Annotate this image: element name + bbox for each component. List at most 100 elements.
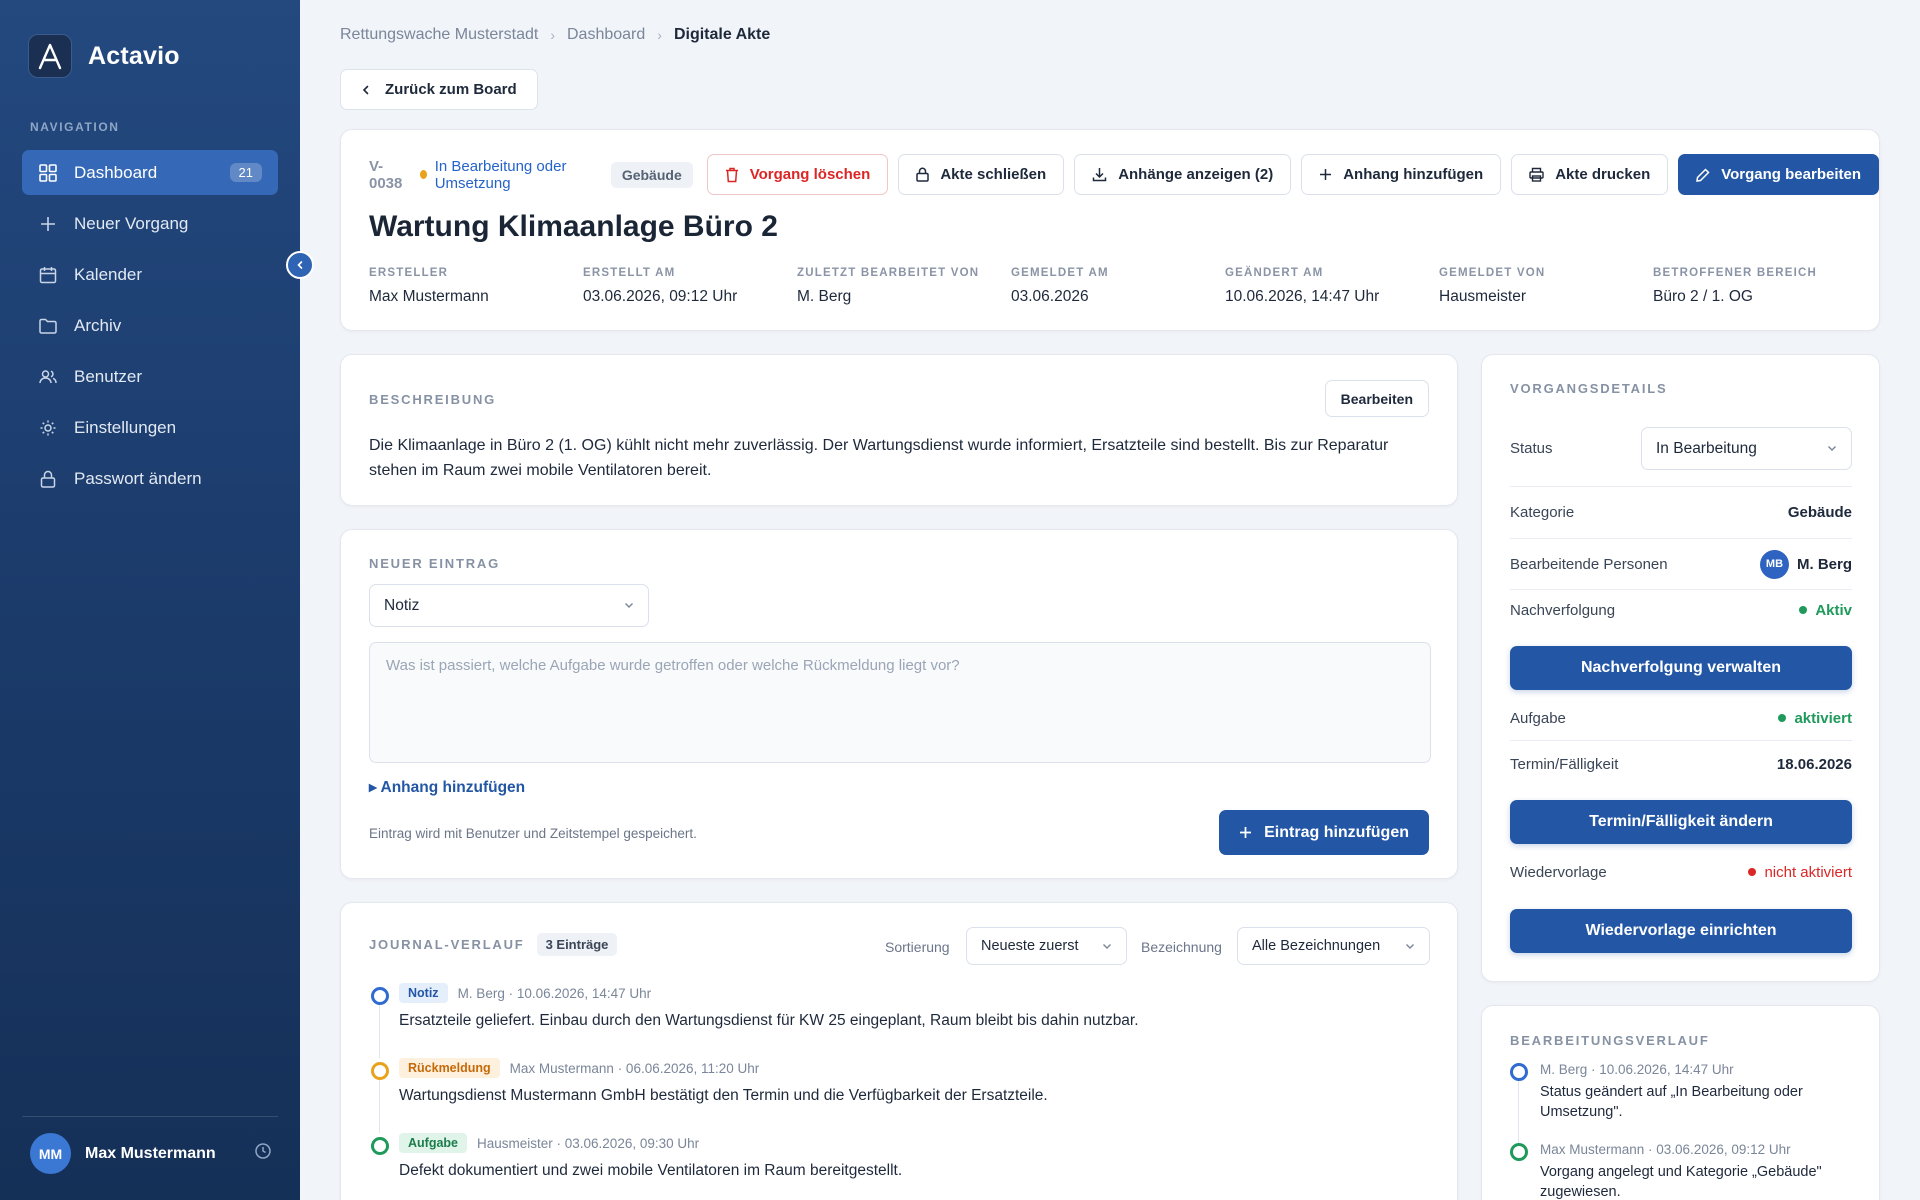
task-value: aktiviert (1794, 709, 1852, 727)
history-meta: Max Mustermann · 03.06.2026, 09:12 Uhr (1540, 1142, 1791, 1157)
journal-entry-meta: Rückmeldung Max Mustermann · 06.06.2026, … (399, 1058, 1439, 1078)
sidebar-item-dashboard[interactable]: Dashboard 21 (22, 150, 278, 195)
sidebar-item-change-password[interactable]: Passwort ändern (22, 456, 278, 501)
edit-description-button[interactable]: Bearbeiten (1324, 380, 1429, 417)
assigned-person[interactable]: MB M. Berg (1759, 549, 1852, 579)
journal-entry: Aufgabe Hausmeister · 03.06.2026, 09:30 U… (369, 1133, 1439, 1200)
followup-value: Aktiv (1815, 601, 1852, 619)
journal-entry-meta: Aufgabe Hausmeister · 03.06.2026, 09:30 U… (399, 1133, 1439, 1153)
status-dot (419, 170, 427, 179)
chevron-down-icon (1103, 943, 1111, 949)
lock-icon (38, 469, 58, 489)
brand[interactable]: Actavio (28, 34, 180, 78)
app-name: Actavio (88, 41, 180, 70)
manage-followup-button[interactable]: Nachverfolgung verwalten (1510, 646, 1852, 690)
meta-reported-by: GEMELDET VON Hausmeister (1439, 267, 1653, 306)
change-due-date-button[interactable]: Termin/Fälligkeit ändern (1510, 800, 1852, 844)
print-record-button[interactable]: Akte drucken (1511, 154, 1669, 195)
divider (1510, 589, 1852, 590)
filter-label: Bezeichnung (1141, 939, 1222, 955)
journal-timeline: Notiz M. Berg · 10.06.2026, 14:47 Uhr Ersa… (369, 983, 1439, 1200)
main-content: Rettungswache Musterstadt › Dashboard › … (340, 0, 1920, 1200)
chevron-right-icon: › (550, 27, 555, 43)
status-indicator[interactable]: In Bearbeitung oder Umsetzung (419, 158, 597, 192)
sidebar: Actavio NAVIGATION Dashboard 21 Neuer Vo… (0, 0, 300, 1200)
divider (1510, 538, 1852, 539)
meta-last-edited-by: ZULETZT BEARBEITET VON M. Berg (797, 267, 1011, 306)
sidebar-item-label: Neuer Vorgang (74, 213, 189, 233)
delete-case-button[interactable]: Vorgang löschen (706, 154, 889, 195)
status-dot (1748, 868, 1757, 876)
detail-row-resubmission: Wiedervorlage nicht aktiviert (1510, 857, 1852, 887)
chevron-right-icon: › (657, 27, 662, 43)
show-attachments-label: Anhänge anzeigen (2) (1118, 166, 1274, 183)
label-filter-select[interactable]: Alle Bezeichnungen (1237, 927, 1430, 965)
status-select[interactable]: In Bearbeitung (1641, 427, 1852, 470)
status-select-value: In Bearbeitung (1656, 439, 1757, 457)
entry-hint: Eintrag wird mit Benutzer und Zeitstempe… (369, 826, 697, 841)
meta-value: Büro 2 / 1. OG (1653, 288, 1753, 305)
entry-text: Ersatzteile geliefert. Einbau durch den … (399, 1012, 1139, 1029)
add-attachment-link[interactable]: ▸ Anhang hinzufügen (369, 778, 525, 797)
close-label: Akte schließen (940, 166, 1047, 183)
sidebar-item-archive[interactable]: Archiv (22, 303, 278, 348)
journal-entry-meta: Notiz M. Berg · 10.06.2026, 14:47 Uhr (399, 983, 1439, 1003)
show-attachments-button[interactable]: Anhänge anzeigen (2) (1074, 154, 1292, 195)
trash-icon (725, 167, 738, 182)
case-details-card: VORGANGSDETAILS Status In Bearbeitung Ka… (1481, 354, 1880, 982)
entry-type-badge: Aufgabe (399, 1133, 467, 1153)
sidebar-nav: Dashboard 21 Neuer Vorgang Kalender Arch… (22, 150, 278, 507)
meta-label: ERSTELLER (369, 267, 449, 279)
meta-label: BETROFFENER BEREICH (1653, 267, 1818, 279)
printer-icon (1529, 167, 1544, 182)
sun-gear-icon (38, 418, 58, 438)
meta-changed-at: GEÄNDERT AM 10.06.2026, 14:47 Uhr (1225, 267, 1439, 306)
detail-row-task: Aufgabe aktiviert (1510, 703, 1852, 733)
avatar: MB (1759, 549, 1789, 579)
entry-textarea[interactable]: Was ist passiert, welche Aufgabe wurde g… (369, 642, 1431, 763)
record-meta: ERSTELLER Max Mustermann ERSTELLT AM 03.… (369, 267, 1867, 306)
timeline-line (379, 1005, 380, 1058)
timeline-line (1518, 1081, 1519, 1143)
entry-text: Wartungsdienst Mustermann GmbH bestätigt… (399, 1087, 1048, 1104)
section-label: BEARBEITUNGSVERLAUF (1510, 1033, 1710, 1048)
sort-select[interactable]: Neueste zuerst (966, 927, 1127, 965)
timeline-dot (371, 987, 389, 1005)
setup-resubmission-button[interactable]: Wiedervorlage einrichten (1510, 909, 1852, 953)
breadcrumb-item-station[interactable]: Rettungswache Musterstadt (340, 26, 538, 44)
chevron-down-icon (625, 603, 633, 608)
close-record-button[interactable]: Akte schließen (898, 154, 1065, 195)
entry-author-time: Max Mustermann · 06.06.2026, 11:20 Uhr (509, 1060, 760, 1076)
divider (22, 1116, 278, 1117)
due-value: 18.06.2026 (1776, 755, 1852, 773)
timeline-dot (371, 1137, 389, 1155)
breadcrumb-item-dashboard[interactable]: Dashboard (567, 26, 645, 44)
entry-author-time: Hausmeister · 03.06.2026, 09:30 Uhr (477, 1135, 700, 1151)
user-profile[interactable]: MM Max Mustermann (30, 1133, 272, 1174)
edit-label: Vorgang bearbeiten (1721, 166, 1861, 183)
detail-label: Bearbeitende Personen (1510, 555, 1668, 573)
meta-label: GEÄNDERT AM (1225, 267, 1324, 279)
add-entry-button[interactable]: Eintrag hinzufügen (1219, 810, 1429, 855)
sidebar-item-settings[interactable]: Einstellungen (22, 405, 278, 450)
sidebar-item-calendar[interactable]: Kalender (22, 252, 278, 297)
record-header-row: V-0038 In Bearbeitung oder Umsetzung Geb… (369, 154, 1879, 195)
entry-type-badge: Rückmeldung (399, 1058, 500, 1078)
collapse-sidebar-button[interactable] (286, 251, 314, 279)
sidebar-item-label: Kalender (74, 264, 143, 284)
clock-icon[interactable] (254, 1142, 272, 1165)
entry-type-badge: Notiz (399, 983, 448, 1003)
nav-heading: NAVIGATION (30, 120, 120, 134)
detail-label: Termin/Fälligkeit (1510, 755, 1619, 773)
download-icon (1092, 168, 1107, 182)
entry-type-select[interactable]: Notiz (369, 584, 649, 627)
delete-label: Vorgang löschen (749, 166, 871, 183)
detail-row-persons: Bearbeitende Personen MB M. Berg (1510, 544, 1852, 584)
breadcrumb: Rettungswache Musterstadt › Dashboard › … (340, 26, 770, 44)
add-attachment-button[interactable]: Anhang hinzufügen (1301, 154, 1502, 195)
back-to-board-button[interactable]: Zurück zum Board (340, 69, 538, 110)
sidebar-item-users[interactable]: Benutzer (22, 354, 278, 399)
edit-case-button[interactable]: Vorgang bearbeiten (1678, 154, 1879, 195)
journal-header: JOURNAL-VERLAUF 3 Einträge (369, 933, 618, 956)
sidebar-item-new-case[interactable]: Neuer Vorgang (22, 201, 278, 246)
